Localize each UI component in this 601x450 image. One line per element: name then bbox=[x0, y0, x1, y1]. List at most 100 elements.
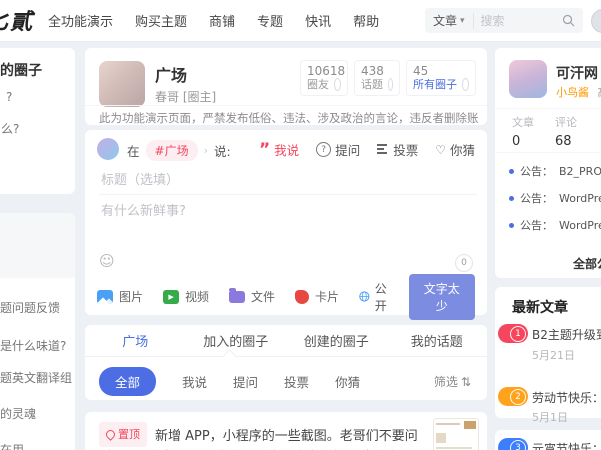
article-title[interactable]: B2主题升级到 B2_ bbox=[532, 326, 601, 343]
post-content-input[interactable] bbox=[99, 198, 477, 282]
list-item[interactable]: 在用 bbox=[0, 441, 24, 450]
attach-image-button[interactable]: 图片 bbox=[97, 288, 143, 305]
latest-articles-heading: 最新文章 bbox=[512, 300, 568, 316]
article-title[interactable]: 元宵节快乐：B2 bbox=[532, 440, 601, 450]
nav-item-help[interactable]: 帮助 bbox=[353, 11, 379, 30]
latest-article-item-card[interactable]: 3 元宵节快乐：B2 bbox=[495, 430, 601, 450]
site-profile-card: 可汗网 小鸟酱 高中 文章 0 评论 68 公告： B2_PRO_3.0.0 公… bbox=[495, 48, 601, 278]
nav-item-news[interactable]: 快讯 bbox=[305, 11, 331, 30]
attach-video-button[interactable]: ▶ 视频 bbox=[163, 288, 209, 305]
stat-topics: 438 话题 bbox=[354, 60, 400, 96]
post-thumbnail[interactable] bbox=[433, 418, 479, 450]
filter-ask[interactable]: 提问 bbox=[233, 372, 258, 391]
search-icon[interactable] bbox=[562, 14, 575, 27]
nav-item-buy-theme[interactable]: 购买主题 bbox=[135, 11, 187, 30]
stat-value: 45 bbox=[413, 64, 429, 78]
circle-tag[interactable]: #广场 bbox=[145, 140, 198, 161]
nav-item-demo[interactable]: 全功能演示 bbox=[48, 11, 113, 30]
stat-label: 话题 bbox=[361, 78, 383, 91]
tab-plaza[interactable]: 广场 bbox=[85, 325, 186, 356]
filter-say[interactable]: 我说 bbox=[182, 372, 207, 391]
site-avatar[interactable] bbox=[509, 60, 547, 98]
announcement-item[interactable]: 公告： B2_PRO_3.0.0 bbox=[509, 163, 601, 179]
all-announcements-link[interactable]: 全部公告 bbox=[573, 255, 601, 272]
level-badge: 高中 bbox=[598, 86, 601, 99]
emoji-icon[interactable]: ☺ bbox=[99, 252, 115, 270]
site-badges: 小鸟酱 高中 bbox=[556, 84, 601, 100]
list-item[interactable]: 么? bbox=[1, 120, 19, 137]
article-date: 5月21日 bbox=[532, 349, 575, 362]
circle-header-card: 广场 春哥 [圈主] 10618 圈友 438 话题 45 所有圈子 此为功能演… bbox=[85, 48, 487, 125]
feed-tabs: 广场 加入的圈子 创建的圈子 我的话题 bbox=[85, 325, 487, 357]
left-circles-card: 的圈子 ? 么? bbox=[0, 48, 75, 194]
circle-avatar[interactable] bbox=[99, 61, 145, 107]
filter-guess[interactable]: 你猜 bbox=[335, 372, 360, 391]
chevron-right-icon: › bbox=[203, 144, 208, 157]
article-title[interactable]: 劳动节快乐：B2_ bbox=[532, 389, 601, 406]
video-icon: ▶ bbox=[163, 289, 180, 304]
top-navbar: 匕貳 全功能演示 购买主题 商铺 专题 快讯 帮助 文章 ▾ bbox=[0, 0, 601, 42]
list-item[interactable]: 的灵魂 bbox=[0, 405, 36, 422]
search-category-label: 文章 bbox=[433, 14, 458, 28]
composer-context: 在 #广场 › 说: bbox=[127, 140, 231, 161]
mode-ask[interactable]: ? 提问 bbox=[316, 140, 360, 159]
attach-card-button[interactable]: 卡片 bbox=[295, 288, 339, 305]
image-icon bbox=[97, 289, 113, 304]
circles-icon bbox=[462, 78, 469, 91]
announcement-text: B2_PRO_3.0.0 bbox=[559, 164, 601, 178]
topics-icon bbox=[388, 78, 393, 91]
bullet-icon bbox=[509, 168, 514, 174]
rank-badge: 2 bbox=[498, 387, 528, 406]
stat-all-circles: 45 所有圈子 bbox=[406, 60, 476, 96]
nav-item-shop[interactable]: 商铺 bbox=[209, 11, 235, 30]
announcement-item[interactable]: 公告： WordPress B2 bbox=[509, 190, 601, 206]
announcement-text: WordPress B2 bbox=[559, 191, 601, 205]
question-icon: ? bbox=[316, 142, 332, 157]
site-name[interactable]: 可汗网 bbox=[556, 63, 598, 83]
user-avatar[interactable] bbox=[591, 9, 601, 33]
visibility-dropdown[interactable]: 公开 bbox=[359, 280, 394, 314]
submit-post-button[interactable]: 文字太少 bbox=[408, 273, 475, 320]
list-item[interactable]: ? bbox=[6, 90, 12, 104]
filter-vote[interactable]: 投票 bbox=[284, 372, 309, 391]
stat-label: 圈友 bbox=[307, 78, 329, 91]
stat-label: 文章 bbox=[512, 116, 534, 129]
search-input[interactable] bbox=[472, 12, 558, 29]
mode-guess[interactable]: ♡ 你猜 bbox=[435, 140, 475, 159]
topic-post-card[interactable]: 置顶新增 APP，小程序的一些截图。老哥们不要问时间了，在抓紧弄，发布以后官网会… bbox=[85, 412, 487, 450]
announcement-item[interactable]: 公告： WordPress B2 bbox=[509, 217, 601, 233]
my-avatar bbox=[97, 138, 119, 160]
list-item[interactable]: 是什么味道? bbox=[0, 337, 66, 354]
nav-item-special[interactable]: 专题 bbox=[257, 11, 283, 30]
circle-title: 广场 bbox=[155, 66, 188, 85]
site-logo[interactable]: 匕貳 bbox=[0, 4, 34, 36]
all-circles-link[interactable]: 所有圈子 bbox=[413, 78, 457, 91]
post-text[interactable]: 置顶新增 APP，小程序的一些截图。老哥们不要问时间了，在抓紧弄，发布以后官网会… bbox=[99, 422, 429, 450]
announcement-label: 公告： bbox=[520, 192, 553, 205]
tab-created-circles[interactable]: 创建的圈子 bbox=[286, 325, 387, 356]
tab-my-topics[interactable]: 我的话题 bbox=[387, 325, 488, 356]
circle-owner[interactable]: 春哥 [圈主] bbox=[155, 88, 216, 105]
announcement-label: 公告： bbox=[520, 165, 553, 178]
composer-toolbar: 图片 ▶ 视频 文件 卡片 公开 文字太少 bbox=[85, 273, 487, 320]
rank-badge: 1 bbox=[498, 324, 528, 343]
sort-dropdown[interactable]: 筛选 ⇅ bbox=[434, 373, 471, 390]
stat-members: 10618 圈友 bbox=[300, 60, 348, 96]
post-title-input[interactable] bbox=[99, 166, 477, 195]
mode-vote[interactable]: 投票 bbox=[377, 140, 418, 159]
circle-notice: 此为功能演示页面，严禁发布低俗、违法、涉及政治的言论，违反者删除账户。 bbox=[99, 111, 479, 125]
attach-file-button[interactable]: 文件 bbox=[229, 287, 275, 305]
mode-say[interactable]: ” 我说 bbox=[259, 140, 299, 159]
quote-icon: ” bbox=[258, 139, 271, 160]
search-box: 文章 ▾ bbox=[425, 8, 583, 33]
stat-comments: 评论 68 bbox=[555, 114, 577, 149]
list-item[interactable]: 题问题反馈 bbox=[0, 299, 60, 316]
filter-all[interactable]: 全部 bbox=[99, 367, 157, 396]
tab-joined-circles[interactable]: 加入的圈子 bbox=[186, 325, 287, 356]
feed-tabs-card: 广场 加入的圈子 创建的圈子 我的话题 全部 我说 提问 投票 你猜 筛选 ⇅ bbox=[85, 325, 487, 400]
vip-badge: 小鸟酱 bbox=[556, 86, 589, 99]
divider bbox=[495, 108, 601, 109]
list-item[interactable]: 题英文翻译组 bbox=[0, 369, 72, 386]
pin-icon bbox=[104, 428, 117, 441]
search-category-dropdown[interactable]: 文章 ▾ bbox=[433, 12, 465, 29]
